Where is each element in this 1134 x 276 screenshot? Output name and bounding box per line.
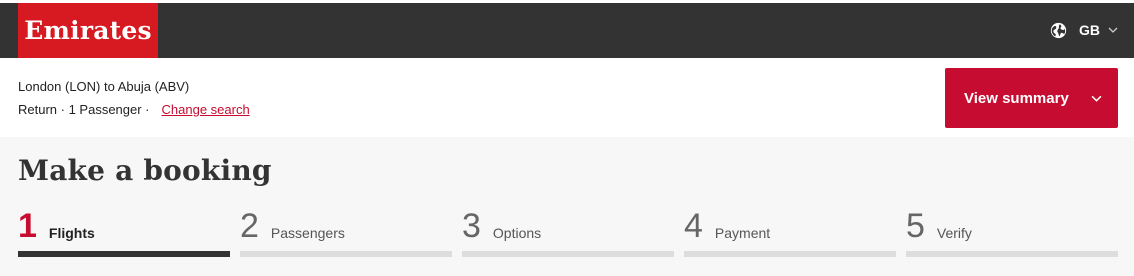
top-navigation-bar: Emirates GB: [0, 0, 1134, 58]
step-number: 4: [684, 207, 703, 245]
step-options[interactable]: 3 Options: [462, 203, 674, 258]
step-label: Verify: [936, 225, 972, 241]
step-progress-bar: [684, 251, 896, 257]
step-verify[interactable]: 5 Verify: [906, 203, 1118, 258]
step-progress-bar: [462, 251, 674, 257]
step-progress-bar: [18, 251, 230, 257]
locale-selector[interactable]: GB: [1050, 19, 1118, 41]
step-number: 3: [462, 207, 481, 245]
booking-steps: 1 Flights 2 Passengers 3 Options 4 Payme…: [18, 203, 1118, 258]
step-progress-bar: [906, 251, 1118, 257]
chevron-down-icon: [1091, 95, 1102, 102]
trip-details-line: Return · 1 Passenger · Change search: [18, 102, 250, 117]
step-flights[interactable]: 1 Flights: [18, 203, 230, 258]
emirates-logo[interactable]: Emirates: [18, 3, 158, 58]
step-label: Passengers: [270, 225, 345, 241]
step-progress-bar: [240, 251, 452, 257]
view-summary-button[interactable]: View summary: [945, 68, 1118, 128]
chevron-down-icon: [1108, 27, 1118, 33]
step-label: Payment: [714, 225, 771, 241]
step-label: Options: [492, 225, 542, 241]
booking-progress-section: Make a booking 1 Flights 2 Passengers 3 …: [0, 137, 1134, 276]
step-payment[interactable]: 4 Payment: [684, 203, 896, 258]
search-summary-bar: London (LON) to Abuja (ABV) Return · 1 P…: [0, 58, 1134, 137]
trip-details: Return · 1 Passenger ·: [18, 102, 150, 117]
step-number: 5: [906, 207, 925, 245]
globe-icon: [1050, 22, 1067, 38]
step-number: 2: [240, 207, 259, 245]
step-label: Flights: [48, 225, 95, 241]
route-text: London (LON) to Abuja (ABV): [18, 79, 190, 94]
step-number: 1: [18, 207, 37, 245]
locale-code: GB: [1079, 22, 1100, 38]
change-search-link[interactable]: Change search: [162, 102, 250, 117]
step-passengers[interactable]: 2 Passengers: [240, 203, 452, 258]
view-summary-label: View summary: [964, 89, 1069, 107]
page-title: Make a booking: [18, 154, 272, 187]
